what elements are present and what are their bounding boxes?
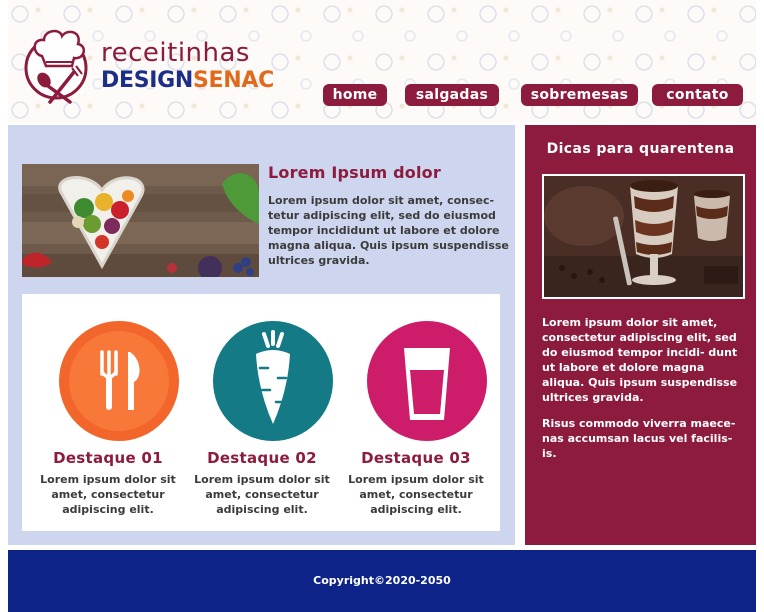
sidebar-paragraph-2: Risus commodo viverra maece- nas accumsa… xyxy=(542,417,736,460)
brand-name-top: receitinhas xyxy=(101,38,250,68)
brand-senac-text: SENAC xyxy=(193,68,274,93)
highlight-card: Destaque 03 Lorem ipsum dolor sit amet, … xyxy=(338,294,494,531)
copyright-text: Copyright©2020-2050 xyxy=(313,574,451,587)
heart-bowl-vegetables-image xyxy=(22,164,259,277)
article-body: Lorem ipsum dolor sit amet, consec- tetu… xyxy=(268,194,509,267)
chocolate-dessert-image xyxy=(542,174,745,299)
sidebar: Dicas para quarentena Lorem ipsum dolor … xyxy=(525,125,756,545)
brand-design-text: DESIGN xyxy=(101,68,193,93)
highlight-title: Destaque 01 xyxy=(53,449,163,467)
highlights-section: Destaque 01 Lorem ipsum dolor sit amet, … xyxy=(22,294,500,531)
nav-home-button[interactable]: home xyxy=(323,84,387,106)
highlight-text: Lorem ipsum dolor sit amet, consectetur … xyxy=(194,473,330,516)
carrot-icon xyxy=(213,321,333,441)
main-content: Lorem Ipsum dolor Lorem ipsum dolor sit … xyxy=(8,125,515,545)
site-footer: Copyright©2020-2050 xyxy=(8,550,756,612)
highlight-title: Destaque 03 xyxy=(361,449,471,467)
nav-salgadas-button[interactable]: salgadas xyxy=(405,84,499,106)
article-title: Lorem Ipsum dolor xyxy=(268,163,441,182)
highlight-card: Destaque 01 Lorem ipsum dolor sit amet, … xyxy=(30,294,186,531)
highlight-card: Destaque 02 Lorem ipsum dolor sit amet, … xyxy=(184,294,340,531)
sidebar-title: Dicas para quarentena xyxy=(546,141,735,157)
brand-name-bottom: DESIGNSENAC xyxy=(101,70,274,92)
nav-contato-button[interactable]: contato xyxy=(652,84,743,106)
highlight-text: Lorem ipsum dolor sit amet, consectetur … xyxy=(348,473,484,516)
highlight-text: Lorem ipsum dolor sit amet, consectetur … xyxy=(40,473,176,516)
cutlery-icon xyxy=(59,321,179,441)
nav-sobremesas-button[interactable]: sobremesas xyxy=(521,84,638,106)
sidebar-paragraph-1: Lorem ipsum dolor sit amet, consectetur … xyxy=(542,316,738,404)
site-header: receitinhas DESIGNSENAC home salgadas so… xyxy=(8,0,756,122)
highlight-title: Destaque 02 xyxy=(207,449,317,467)
glass-icon xyxy=(367,321,487,441)
chef-hat-logo-icon[interactable] xyxy=(22,26,94,104)
